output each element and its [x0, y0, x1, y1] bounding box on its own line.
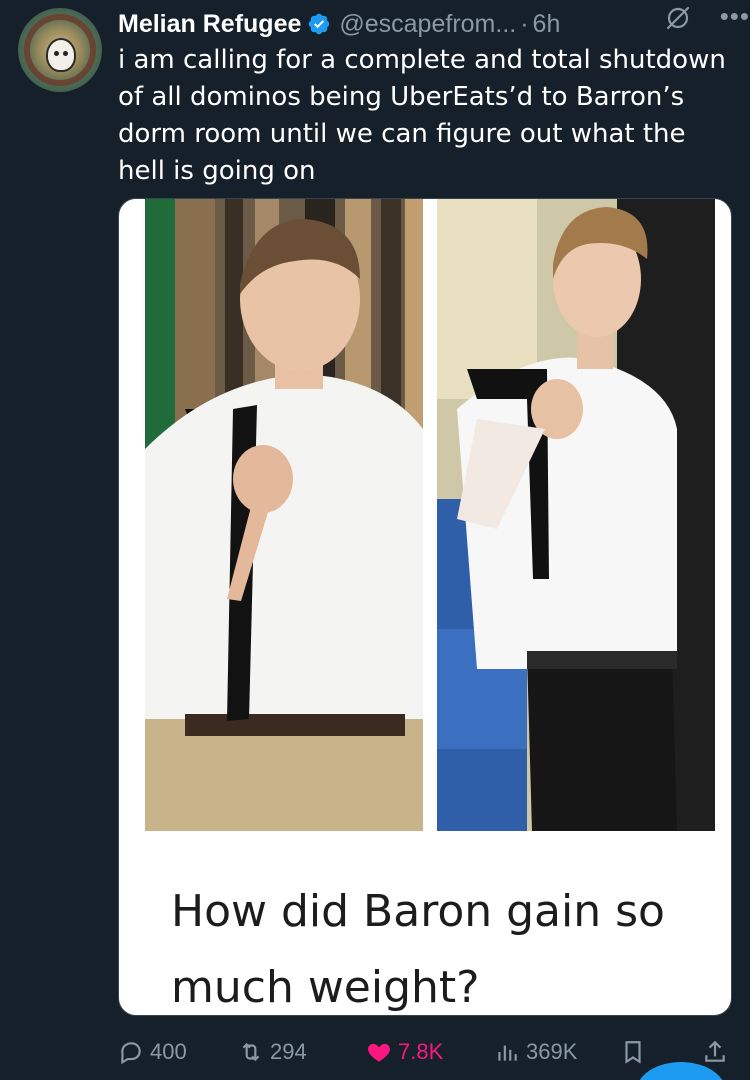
views-count: 369K — [526, 1039, 578, 1064]
tweet-media[interactable]: How did Baron gain so much weight? — [118, 198, 732, 1016]
reply-count: 400 — [150, 1039, 187, 1064]
post-time[interactable]: 6h — [533, 10, 561, 39]
grok-icon[interactable] — [664, 4, 692, 32]
verified-badge-icon — [309, 13, 330, 35]
share-button[interactable] — [702, 1032, 728, 1072]
like-button[interactable]: 7.8K — [366, 1032, 443, 1072]
views-icon — [498, 1045, 517, 1061]
repost-count: 294 — [270, 1039, 307, 1064]
separator-dot: · — [520, 9, 529, 38]
reply-icon — [121, 1042, 141, 1065]
tweet-text: i am calling for a complete and total sh… — [118, 45, 726, 186]
avatar[interactable] — [18, 8, 102, 92]
media-caption: How did Baron gain so much weight? — [171, 886, 665, 1013]
repost-button[interactable]: 294 — [238, 1032, 307, 1072]
like-count: 7.8K — [398, 1039, 444, 1064]
photo-right — [437, 199, 715, 831]
author-name[interactable]: Melian Refugee — [118, 10, 301, 39]
bookmark-icon — [625, 1041, 641, 1064]
avatar-face — [46, 38, 76, 72]
tweet: Melian Refugee @escapefrom... · 6h ••• i… — [0, 0, 750, 1080]
action-bar: 400 294 7.8K 369K — [118, 1032, 738, 1072]
views-button[interactable]: 369K — [494, 1032, 577, 1072]
photo-left — [145, 199, 423, 831]
heart-icon — [368, 1043, 390, 1062]
tweet-header: Melian Refugee @escapefrom... · 6h — [118, 6, 734, 42]
reply-button[interactable]: 400 — [118, 1032, 187, 1072]
author-handle[interactable]: @escapefrom... — [339, 10, 516, 39]
share-icon — [705, 1040, 725, 1062]
bookmark-button[interactable] — [620, 1032, 646, 1072]
repost-icon — [242, 1042, 260, 1062]
more-options-icon[interactable]: ••• — [720, 1, 750, 32]
